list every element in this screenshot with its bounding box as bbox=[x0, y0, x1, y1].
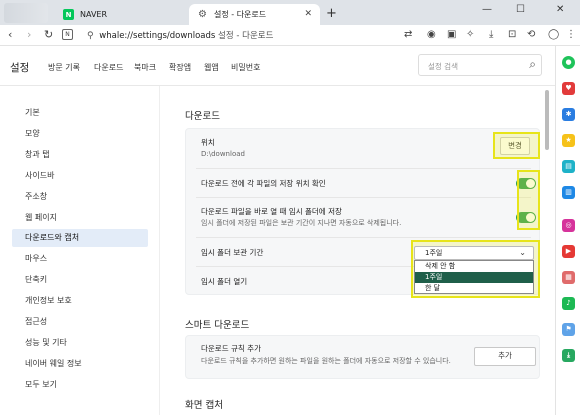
menu-item-sidebar[interactable]: 사이드바 bbox=[12, 167, 148, 185]
smart-download-section-title: 스마트 다운로드 bbox=[185, 320, 250, 331]
menu-item-mouse[interactable]: 마우스 bbox=[12, 250, 148, 268]
search-placeholder: 설정 검색 bbox=[428, 62, 458, 71]
whale-app-icon[interactable]: ● bbox=[562, 56, 575, 69]
dictionary-icon[interactable]: ▤ bbox=[562, 160, 575, 173]
history-icon[interactable]: ⟲ bbox=[527, 29, 535, 41]
retention-label: 임시 폴더 보관 기간 bbox=[201, 248, 264, 257]
app-icon[interactable]: ▦ bbox=[562, 271, 575, 284]
star-icon[interactable]: ★ bbox=[562, 134, 575, 147]
menu-item-webpage[interactable]: 웹 페이지 bbox=[12, 209, 148, 227]
smart-download-card: 다운로드 규칙 추가 다운로드 규칙을 추가하면 원하는 파일을 원하는 폴더에… bbox=[185, 335, 540, 379]
download-icon[interactable]: ⤓ bbox=[489, 29, 493, 41]
rule-description: 다운로드 규칙을 추가하면 원하는 파일을 원하는 폴더에 자동으로 저장할 수… bbox=[201, 357, 451, 365]
translate-app-icon[interactable]: ✱ bbox=[562, 108, 575, 121]
minimize-icon[interactable]: — bbox=[482, 4, 492, 15]
nav-extensions[interactable]: 확장앱 bbox=[169, 62, 191, 73]
maximize-icon[interactable]: ☐ bbox=[516, 4, 525, 15]
retention-option[interactable]: 1주일 bbox=[415, 272, 533, 283]
back-icon[interactable]: ‹ bbox=[8, 28, 12, 42]
translate-icon[interactable]: ⇄ bbox=[404, 29, 412, 41]
address-bar[interactable]: ⚲ whale://settings/downloads 설정 - 다운로드 bbox=[87, 29, 273, 41]
nav-downloads[interactable]: 다운로드 bbox=[94, 62, 123, 73]
highlight-toggles bbox=[517, 170, 540, 230]
divider bbox=[196, 237, 531, 238]
location-value: D:\download bbox=[201, 150, 245, 158]
menu-item-basic[interactable]: 기본 bbox=[12, 104, 148, 122]
tab-naver[interactable]: N NAVER bbox=[55, 4, 188, 25]
nav-passwords[interactable]: 비밀번호 bbox=[231, 62, 260, 73]
calendar-icon[interactable]: ▥ bbox=[562, 186, 575, 199]
ask-location-label: 다운로드 전에 각 파일의 저장 위치 확인 bbox=[201, 179, 326, 188]
naver-home-icon[interactable]: N bbox=[62, 29, 73, 40]
menu-item-accessibility[interactable]: 접근성 bbox=[12, 313, 148, 331]
rule-label: 다운로드 규칙 추가 bbox=[201, 344, 261, 353]
downloads-section-title: 다운로드 bbox=[185, 111, 220, 122]
retention-select[interactable]: 1주일 ⌄ bbox=[414, 246, 534, 260]
nav-webapps[interactable]: 웹앱 bbox=[204, 62, 219, 73]
account-icon[interactable]: ◯ bbox=[548, 29, 559, 41]
settings-content: 다운로드 위치 D:\download 변경 다운로드 전에 각 파일의 저장 … bbox=[160, 86, 555, 415]
naver-icon: N bbox=[63, 9, 74, 20]
whale-logo-icon bbox=[4, 3, 48, 23]
menu-item-performance[interactable]: 성능 및 기타 bbox=[12, 334, 148, 352]
reload-icon[interactable]: ↻ bbox=[44, 28, 53, 42]
tab-strip: N NAVER ⚙ 설정 - 다운로드 ✕ + — ☐ ✕ bbox=[0, 0, 580, 25]
nav-history[interactable]: 방문 기록 bbox=[48, 62, 80, 73]
new-tab-button[interactable]: + bbox=[326, 6, 337, 21]
pin-icon[interactable]: ⚑ bbox=[562, 323, 575, 336]
add-rule-button[interactable]: 추가 bbox=[474, 347, 536, 366]
divider bbox=[196, 168, 531, 169]
address-toolbar: ‹ › ↻ N ⚲ whale://settings/downloads 설정 … bbox=[0, 25, 580, 46]
retention-option[interactable]: 한 달 bbox=[415, 283, 533, 294]
close-window-icon[interactable]: ✕ bbox=[556, 4, 564, 15]
page-title: 설정 bbox=[10, 62, 30, 74]
settings-menu: 기본 모양 창과 탭 사이드바 주소창 웹 페이지 다운로드와 캡처 마우스 단… bbox=[0, 86, 160, 415]
location-label: 위치 bbox=[201, 138, 215, 147]
menu-item-addressbar[interactable]: 주소창 bbox=[12, 188, 148, 206]
menu-icon[interactable]: ⋮ bbox=[566, 29, 576, 41]
download-app-icon[interactable]: ⤓ bbox=[562, 349, 575, 362]
open-temp-description: 임시 폴더에 저장된 파일은 보관 기간이 지나면 자동으로 삭제됩니다. bbox=[201, 219, 402, 227]
menu-item-privacy[interactable]: 개인정보 보호 bbox=[12, 292, 148, 310]
chevron-down-icon: ⌄ bbox=[519, 248, 526, 257]
gear-icon: ⚙ bbox=[198, 9, 207, 20]
highlight-change-button bbox=[493, 132, 540, 159]
menu-item-downloads-capture[interactable]: 다운로드와 캡처 bbox=[12, 229, 148, 247]
forward-icon[interactable]: › bbox=[27, 28, 31, 42]
pocket-icon[interactable]: ♥ bbox=[562, 82, 575, 95]
menu-item-appearance[interactable]: 모양 bbox=[12, 125, 148, 143]
tab-settings[interactable]: ⚙ 설정 - 다운로드 ✕ bbox=[189, 4, 320, 25]
profile-icon[interactable]: ◉ bbox=[427, 29, 436, 41]
open-temp-folder-label[interactable]: 임시 폴더 열기 bbox=[201, 276, 247, 287]
menu-item-shortcuts[interactable]: 단축키 bbox=[12, 271, 148, 289]
url-text: whale://settings/downloads bbox=[99, 31, 216, 41]
scrollbar[interactable] bbox=[545, 90, 549, 150]
menu-item-show-all[interactable]: 모두 보기 bbox=[12, 376, 148, 394]
retention-dropdown: 삭제 안 함 1주일 한 달 bbox=[414, 260, 534, 294]
tab-label: 설정 - 다운로드 bbox=[214, 10, 267, 19]
search-icon[interactable]: ⌕ bbox=[529, 57, 536, 72]
divider bbox=[196, 197, 531, 198]
retention-selected-value: 1주일 bbox=[425, 249, 443, 257]
menu-item-about[interactable]: 네이버 웨일 정보 bbox=[12, 355, 148, 373]
retention-option[interactable]: 삭제 안 함 bbox=[415, 261, 533, 272]
nav-bookmarks[interactable]: 북마크 bbox=[134, 62, 156, 73]
capture-section-title: 화면 캡처 bbox=[185, 400, 223, 411]
instagram-icon[interactable]: ◎ bbox=[562, 219, 575, 232]
open-temp-label: 다운로드 파일을 바로 열 때 임시 폴더에 저장 bbox=[201, 207, 342, 216]
extensions-icon[interactable]: ✧ bbox=[466, 29, 474, 41]
music-icon[interactable]: ♪ bbox=[562, 297, 575, 310]
sidebar-icon[interactable]: ▣ bbox=[447, 29, 456, 41]
settings-header: 설정 방문 기록 다운로드 북마크 확장앱 웹앱 비밀번호 설정 검색 ⌕ bbox=[0, 46, 555, 86]
extension-sidebar: ● ♥ ✱ ★ ▤ ▥ ◎ ▶ ▦ ♪ ⚑ ⤓ bbox=[555, 46, 580, 415]
url-page-title: 설정 - 다운로드 bbox=[218, 31, 274, 41]
menu-item-windows-tabs[interactable]: 창과 탭 bbox=[12, 146, 148, 164]
capture-icon[interactable]: ⊡ bbox=[508, 29, 516, 41]
tab-label: NAVER bbox=[80, 10, 108, 19]
whale-site-icon: ⚲ bbox=[87, 31, 94, 41]
close-tab-icon[interactable]: ✕ bbox=[304, 9, 312, 19]
youtube-icon[interactable]: ▶ bbox=[562, 245, 575, 258]
settings-search-input[interactable]: 설정 검색 ⌕ bbox=[418, 54, 542, 76]
